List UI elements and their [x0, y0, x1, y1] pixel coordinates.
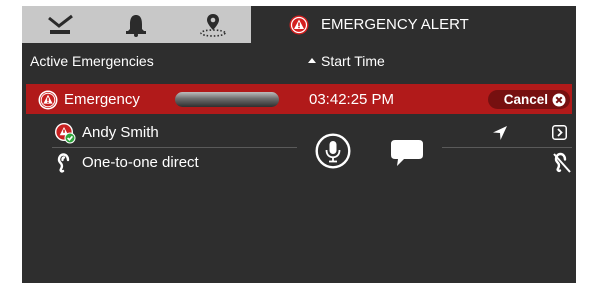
tab-notifications[interactable]	[97, 6, 174, 43]
start-time-label: Start Time	[321, 53, 385, 69]
cancel-button[interactable]: Cancel	[488, 90, 570, 109]
user-alert-icon	[55, 123, 76, 144]
tab-emergency-alert-label: EMERGENCY ALERT	[321, 16, 469, 33]
tab-emergency-alert[interactable]: EMERGENCY ALERT	[251, 6, 576, 43]
chevron-right-icon[interactable]	[552, 125, 567, 140]
emergency-start-time: 03:42:25 PM	[309, 91, 395, 108]
divider	[442, 147, 572, 148]
bell-icon	[125, 14, 146, 37]
participant-name: Andy Smith	[82, 124, 159, 141]
emergency-row[interactable]: Emergency 03:42:25 PM Cancel	[26, 84, 572, 114]
chat-icon[interactable]	[390, 138, 424, 168]
navigation-arrow-icon[interactable]	[492, 125, 508, 141]
cancel-button-label: Cancel	[503, 92, 548, 107]
emergency-label: Emergency	[64, 91, 140, 108]
close-icon	[552, 93, 566, 106]
microphone-icon[interactable]	[315, 133, 351, 169]
tab-checklist[interactable]	[22, 6, 97, 43]
alert-triangle-icon	[38, 90, 58, 110]
participant-row[interactable]: Andy Smith	[22, 122, 576, 144]
checklist-icon	[47, 14, 73, 34]
alert-triangle-icon	[289, 15, 309, 34]
call-mode-row: One-to-one direct	[22, 152, 576, 174]
ear-muted-icon[interactable]	[552, 152, 572, 174]
divider	[52, 147, 297, 148]
call-mode-label: One-to-one direct	[82, 154, 199, 171]
list-header: Active Emergencies Start Time	[22, 46, 576, 74]
sort-start-time[interactable]: Start Time	[308, 53, 385, 69]
tab-bar: EMERGENCY ALERT	[22, 6, 576, 43]
tab-location[interactable]	[174, 6, 251, 43]
redacted-name-bar	[175, 92, 279, 107]
location-pin-icon	[199, 13, 226, 37]
ear-icon	[57, 153, 70, 173]
sort-ascending-icon	[308, 57, 316, 63]
active-emergencies-label: Active Emergencies	[30, 53, 154, 69]
emergency-panel: EMERGENCY ALERT Active Emergencies Start…	[22, 6, 576, 283]
